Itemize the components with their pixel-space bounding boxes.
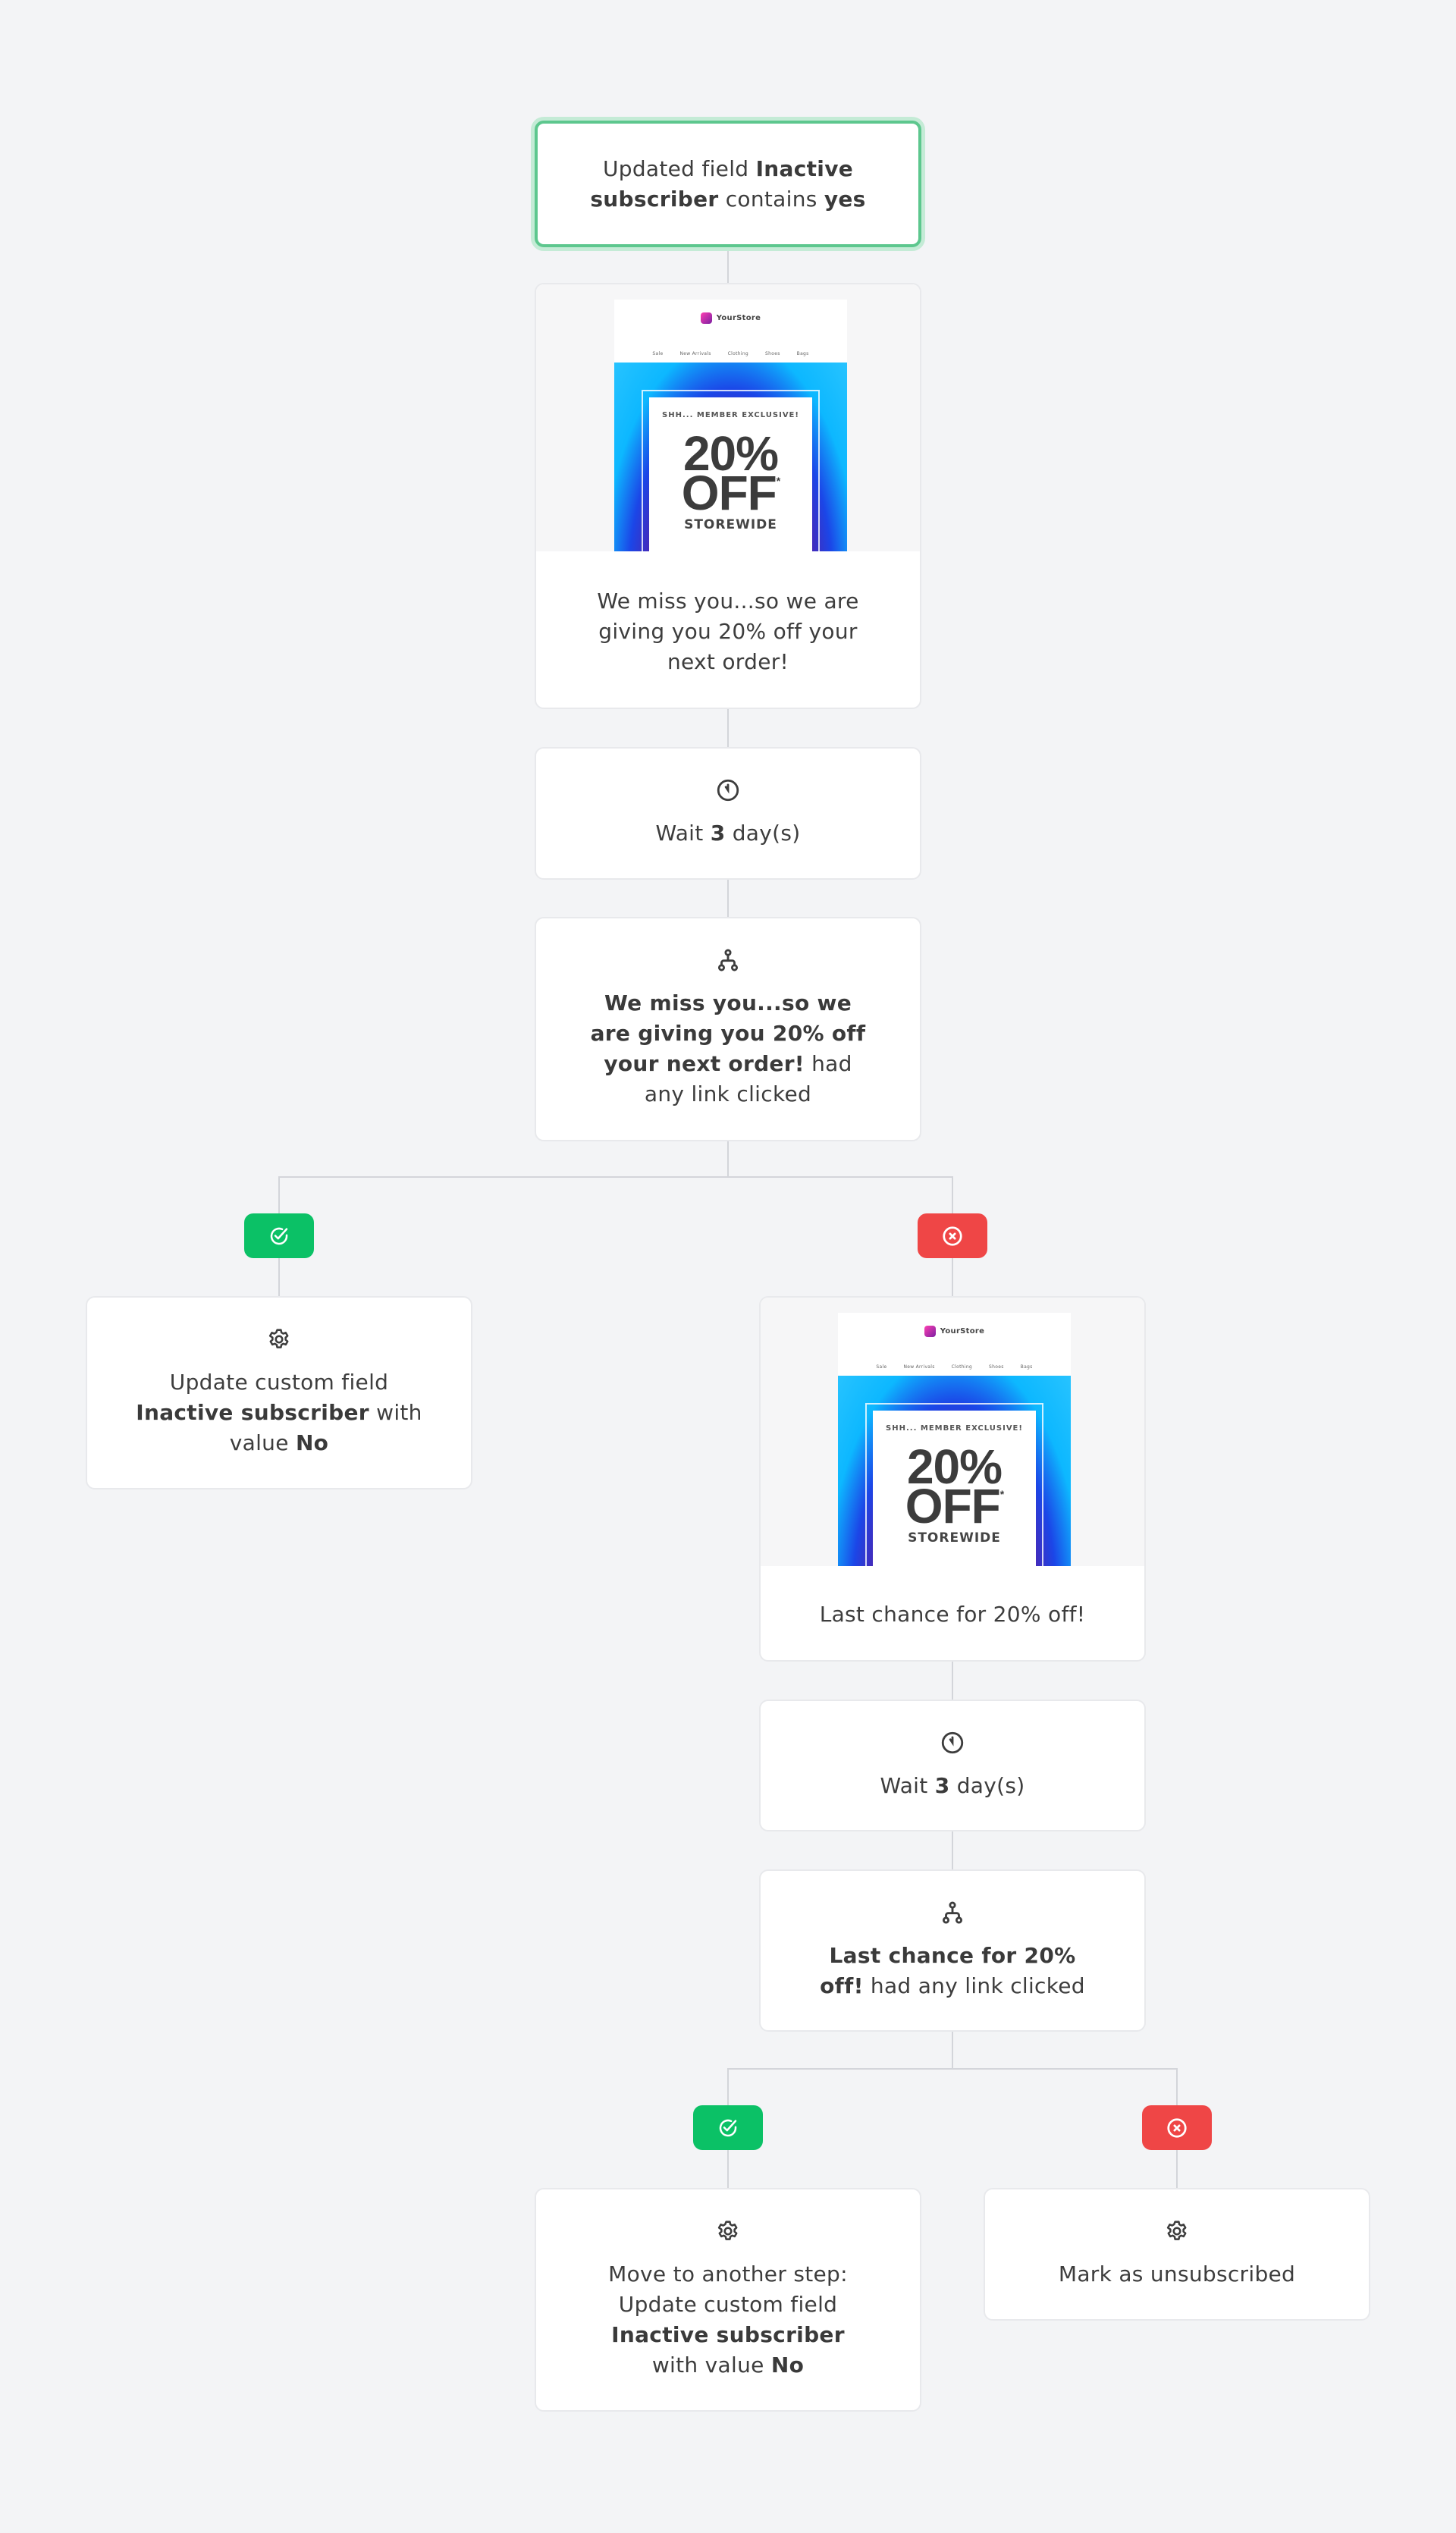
branch-icon bbox=[942, 1901, 963, 1924]
email-subject: Last chance for 20% off! bbox=[819, 1602, 1086, 1627]
email-step[interactable]: YourStore Sale New Arrivals Clothing Sho… bbox=[759, 1296, 1146, 1662]
check-circle-icon bbox=[719, 2119, 737, 2136]
no-branch-badge[interactable] bbox=[918, 1213, 987, 1258]
wait-step[interactable]: Wait 3 day(s) bbox=[535, 747, 921, 880]
email-kicker: SHH... MEMBER EXCLUSIVE! bbox=[662, 411, 799, 419]
connector bbox=[952, 1831, 953, 1870]
x-circle-icon bbox=[1167, 2117, 1187, 2138]
gear-icon bbox=[1166, 2221, 1187, 2240]
connector bbox=[952, 1661, 953, 1700]
action-value: No bbox=[295, 1430, 329, 1455]
action-field: Inactive subscriber bbox=[611, 2322, 845, 2347]
email-conditions: *Conditions apply. bbox=[873, 1558, 1036, 1566]
store-logo bbox=[924, 1325, 936, 1337]
branch-connector bbox=[727, 2068, 1176, 2070]
email-step[interactable]: YourStore Sale New Arrivals Clothing Sho… bbox=[535, 283, 921, 709]
connector bbox=[727, 247, 729, 284]
trigger-prefix: Updated field bbox=[602, 156, 756, 181]
trigger-value: yes bbox=[824, 187, 866, 212]
email-hero: SHH... MEMBER EXCLUSIVE! 20% OFF* STOREWI… bbox=[614, 363, 847, 551]
no-branch-badge[interactable] bbox=[1142, 2105, 1212, 2150]
email-preview: YourStore Sale New Arrivals Clothing Sho… bbox=[761, 1298, 1144, 1566]
store-brand: YourStore bbox=[716, 314, 761, 322]
yes-branch-badge[interactable] bbox=[693, 2105, 763, 2150]
wait-amount: 3 bbox=[710, 821, 726, 846]
email-kicker: SHH... MEMBER EXCLUSIVE! bbox=[886, 1424, 1023, 1433]
condition-step[interactable]: We miss you...so we are giving you 20% o… bbox=[535, 917, 921, 1141]
email-subject: We miss you...so we are giving you 20% o… bbox=[597, 589, 859, 674]
clock-icon bbox=[941, 1731, 964, 1754]
action-step-update-field[interactable]: Update custom field Inactive subscriber … bbox=[86, 1296, 472, 1489]
gear-icon bbox=[717, 2221, 738, 2240]
trigger-step[interactable]: Updated field Inactive subscriber contai… bbox=[535, 121, 921, 247]
action-step-move-to-step[interactable]: Move to another step: Update custom fiel… bbox=[535, 2188, 921, 2412]
action-field: Inactive subscriber bbox=[136, 1400, 369, 1425]
connector bbox=[727, 708, 729, 748]
action-label: Mark as unsubscribed bbox=[1058, 2261, 1296, 2287]
email-thumbnail: YourStore Sale New Arrivals Clothing Sho… bbox=[614, 300, 847, 551]
email-subline: STOREWIDE bbox=[908, 1530, 1001, 1546]
wait-step[interactable]: Wait 3 day(s) bbox=[759, 1700, 1146, 1831]
connector bbox=[727, 880, 729, 919]
trigger-middle: contains bbox=[718, 187, 824, 212]
connector bbox=[952, 2031, 953, 2069]
branch-connector bbox=[278, 1176, 953, 1178]
check-circle-icon bbox=[270, 1227, 288, 1245]
action-value: No bbox=[770, 2353, 805, 2378]
store-logo bbox=[700, 312, 712, 324]
connector bbox=[727, 1141, 729, 1177]
email-conditions: *Conditions apply. bbox=[649, 545, 812, 551]
email-hero: SHH... MEMBER EXCLUSIVE! 20% OFF* STOREWI… bbox=[838, 1376, 1071, 1566]
email-subline: STOREWIDE bbox=[684, 517, 777, 532]
x-circle-icon bbox=[943, 1226, 962, 1246]
email-thumbnail: YourStore Sale New Arrivals Clothing Sho… bbox=[838, 1313, 1071, 1566]
store-brand: YourStore bbox=[940, 1327, 985, 1336]
gear-icon bbox=[268, 1329, 289, 1348]
wait-amount: 3 bbox=[934, 1773, 950, 1798]
yes-branch-badge[interactable] bbox=[244, 1213, 314, 1258]
action-step-unsubscribe[interactable]: Mark as unsubscribed bbox=[984, 2188, 1370, 2321]
email-preview: YourStore Sale New Arrivals Clothing Sho… bbox=[536, 284, 920, 551]
clock-icon bbox=[717, 779, 739, 802]
branch-icon bbox=[717, 949, 739, 971]
condition-step[interactable]: Last chance for 20% off! had any link cl… bbox=[759, 1869, 1146, 2032]
